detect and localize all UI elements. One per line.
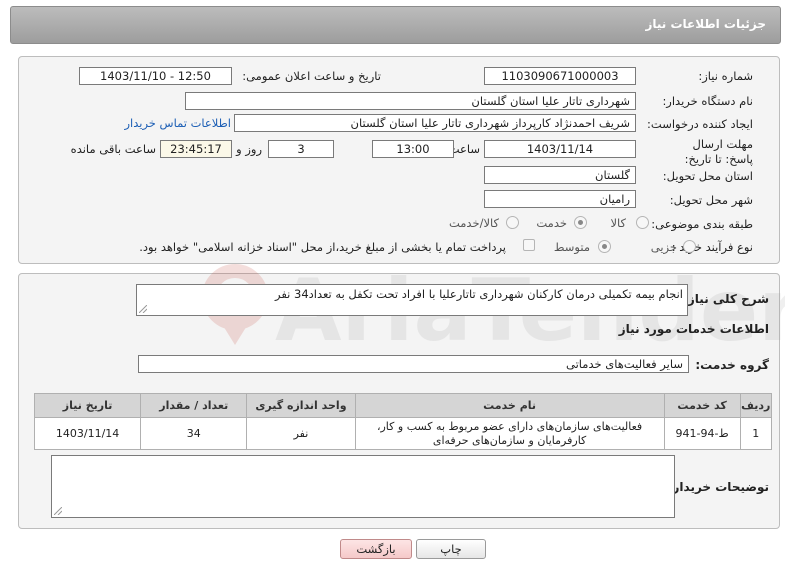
col-quantity: تعداد / مقدار [140,393,248,418]
category-option-goods: کالا [610,216,626,230]
table-row[interactable]: 1 ط-94-941 فعالیت‌های سازمان‌های دارای ع… [33,417,773,450]
purchase-radio-medium[interactable] [598,240,611,253]
delivery-province-field[interactable]: گلستان [484,166,636,184]
back-button[interactable]: بازگشت [340,539,412,559]
buyer-notes-label: توضیحات خریدار: [667,480,769,494]
remaining-time-label: ساعت باقی مانده [70,142,156,156]
deadline-date-field[interactable]: 1403/11/14 [484,140,636,158]
treasury-bonds-text: پرداخت تمام یا بخشی از مبلغ خرید،از محل … [139,240,506,254]
deadline-days-field[interactable]: 3 [268,140,334,158]
print-button[interactable]: چاپ [416,539,486,559]
delivery-city-label: شهر محل تحویل: [669,193,753,207]
deadline-time-field[interactable]: 13:00 [372,140,454,158]
purchase-radio-minor[interactable] [683,240,696,253]
deadline-days-label: روز و [236,142,262,156]
resize-grip-icon[interactable] [54,507,62,515]
category-radio-goods[interactable] [636,216,649,229]
treasury-bonds-checkbox[interactable] [523,239,535,251]
requester-field[interactable]: شریف احمدنژاد کارپرداز شهرداری تاتار علی… [234,114,636,132]
description-textarea[interactable]: انجام بیمه تکمیلی درمان کارکنان شهرداری … [136,284,688,316]
header-bar: جزئیات اطلاعات نیاز [10,6,781,44]
col-row-number: ردیف [739,393,773,418]
purchase-option-medium: متوسط [553,240,590,254]
category-radio-service[interactable] [574,216,587,229]
col-service-name: نام خدمت [354,393,665,418]
col-need-date: تاریخ نیاز [33,393,142,418]
delivery-province-label: استان محل تحویل: [662,169,753,183]
cell-row-number: 1 [739,417,773,450]
category-radio-goods-service[interactable] [506,216,519,229]
need-number-label: شماره نیاز: [698,69,753,83]
announce-datetime-label: تاریخ و ساعت اعلان عمومی: [242,69,381,83]
service-group-field[interactable]: سایر فعالیت‌های خدماتی [138,355,689,373]
resize-grip-icon[interactable] [139,305,147,313]
col-unit: واحد اندازه گیری [246,393,356,418]
services-section-title: اطلاعات خدمات مورد نیاز [618,322,769,336]
buyer-org-label: نام دستگاه خریدار: [662,94,753,108]
buyer-contact-link[interactable]: اطلاعات تماس خریدار [124,116,231,130]
cell-service-name: فعالیت‌های سازمان‌های دارای عضو مربوط به… [354,417,665,450]
category-label: طبقه بندی موضوعی: [651,217,753,231]
buyer-notes-textarea[interactable] [51,455,675,518]
page-title: جزئیات اطلاعات نیاز [645,17,766,31]
remaining-time-field: 23:45:17 [160,140,232,158]
category-option-service: خدمت [536,216,567,230]
service-group-label: گروه خدمت: [695,358,769,372]
cell-service-code: ط-94-941 [663,417,741,450]
requester-label: ایجاد کننده درخواست: [647,117,753,131]
col-service-code: کد خدمت [663,393,741,418]
deadline-label: مهلت ارسال پاسخ: تا تاریخ: [684,137,753,166]
table-header-row: ردیف کد خدمت نام خدمت واحد اندازه گیری ت… [33,393,773,418]
cell-need-date: 1403/11/14 [33,417,142,450]
delivery-city-field[interactable]: رامیان [484,190,636,208]
services-table: ردیف کد خدمت نام خدمت واحد اندازه گیری ت… [33,393,773,450]
purchase-option-minor: جزیی [650,240,677,254]
announce-datetime-field[interactable]: 1403/11/10 - 12:50 [79,67,232,85]
need-number-field[interactable]: 1103090671000003 [484,67,636,85]
buyer-org-field[interactable]: شهرداری تاتار علیا استان گلستان [185,92,636,110]
description-label: شرح کلی نیاز: [683,292,769,306]
cell-unit: نفر [246,417,356,450]
category-option-goods-service: کالا/خدمت [448,216,499,230]
description-text: انجام بیمه تکمیلی درمان کارکنان شهرداری … [274,287,683,301]
cell-quantity: 34 [140,417,248,450]
